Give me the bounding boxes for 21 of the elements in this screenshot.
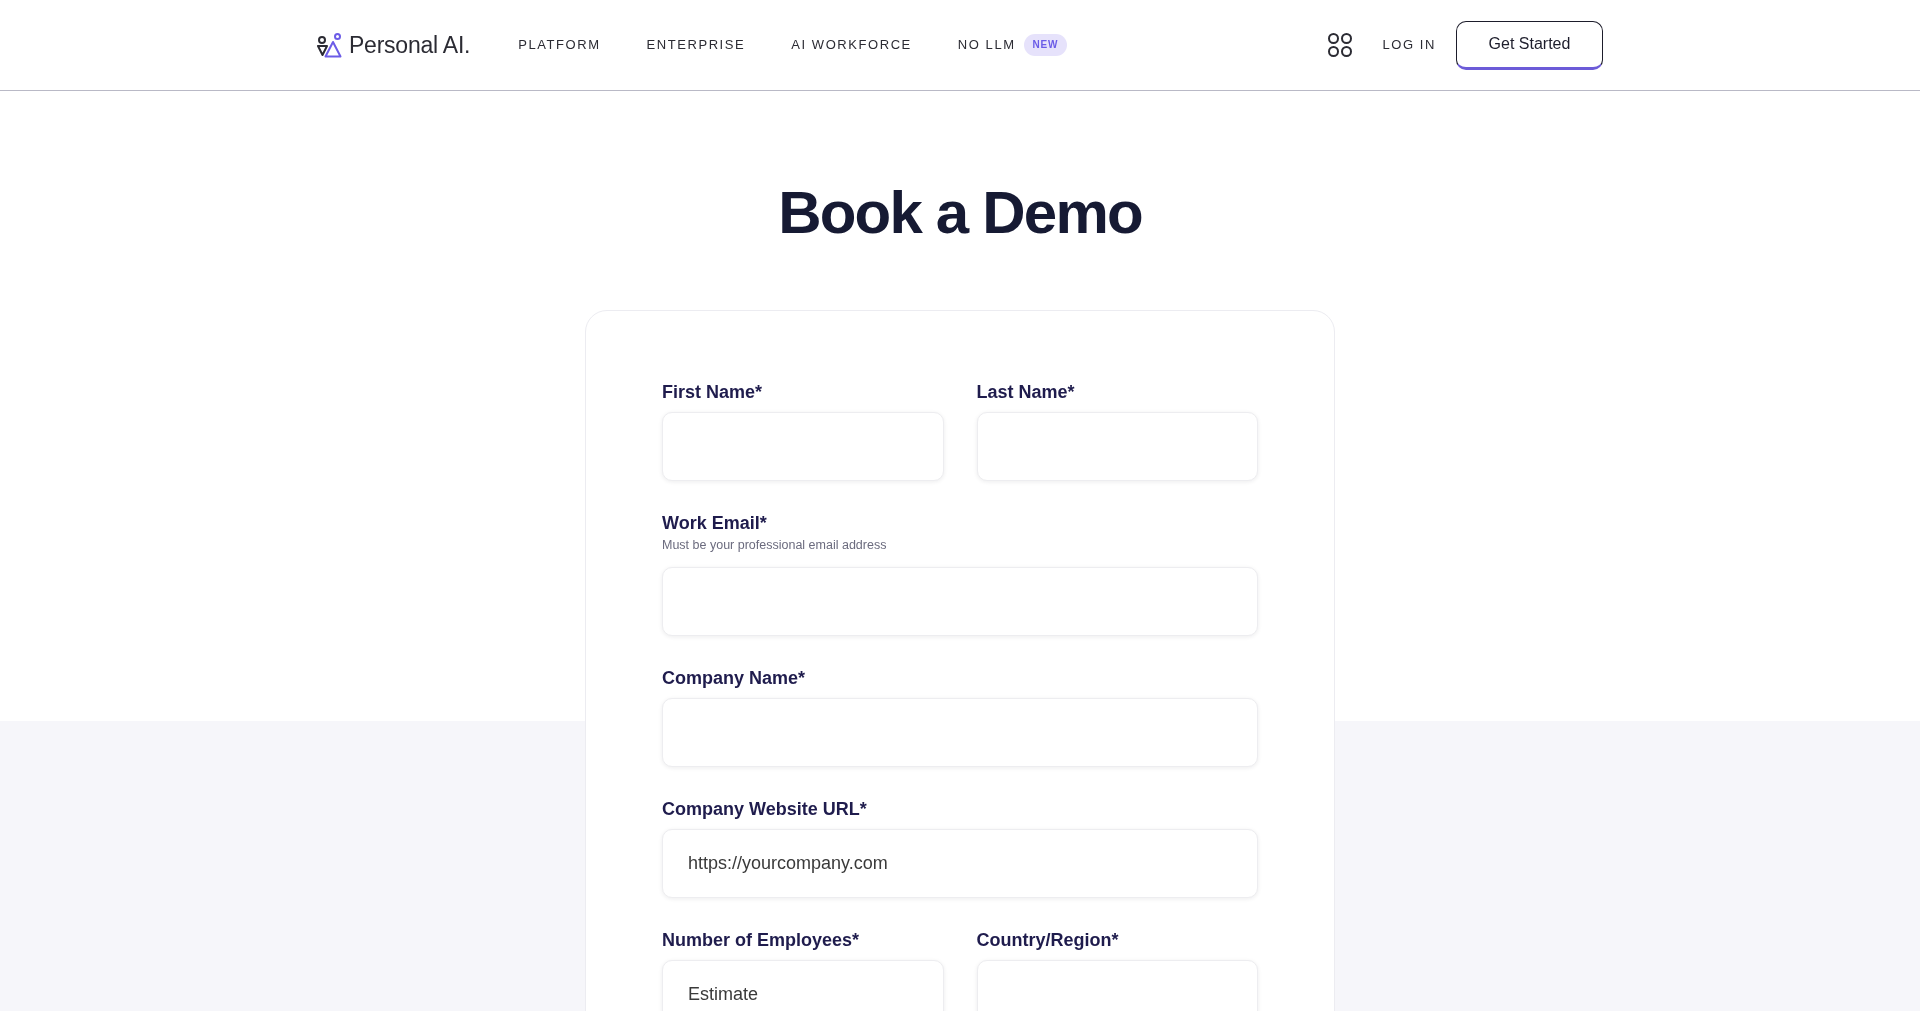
field-hint: Must be your professional email address bbox=[662, 537, 887, 553]
logo-text: Personal AI. bbox=[349, 30, 471, 60]
nav-link[interactable]: PLATFORM bbox=[518, 35, 601, 55]
page-title: Book a Demo bbox=[778, 183, 1142, 243]
get-started-button[interactable]: Get Started bbox=[1456, 20, 1603, 70]
input-field[interactable]: https://yourcompany.com bbox=[662, 829, 1258, 898]
field-label: Last Name* bbox=[976, 381, 1075, 404]
input-field[interactable]: Estimate bbox=[662, 960, 944, 1011]
apps-grid-icon[interactable] bbox=[1327, 33, 1352, 57]
logo-icon bbox=[317, 32, 342, 58]
field-label: Country/Region* bbox=[976, 929, 1119, 952]
login-link[interactable]: LOG IN bbox=[1382, 35, 1436, 55]
nav-link[interactable]: NO LLM bbox=[957, 35, 1016, 55]
field-label: First Name* bbox=[662, 381, 763, 404]
nav-link[interactable]: ENTERPRISE bbox=[646, 35, 746, 55]
field-label: Work Email* bbox=[662, 512, 767, 535]
field-label: Number of Employees* bbox=[662, 929, 860, 952]
nav-link[interactable]: AI WORKFORCE bbox=[791, 35, 912, 55]
field-label: Company Website URL* bbox=[662, 798, 867, 821]
field-label: Company Name* bbox=[662, 667, 806, 690]
new-badge: NEW bbox=[1023, 34, 1068, 56]
